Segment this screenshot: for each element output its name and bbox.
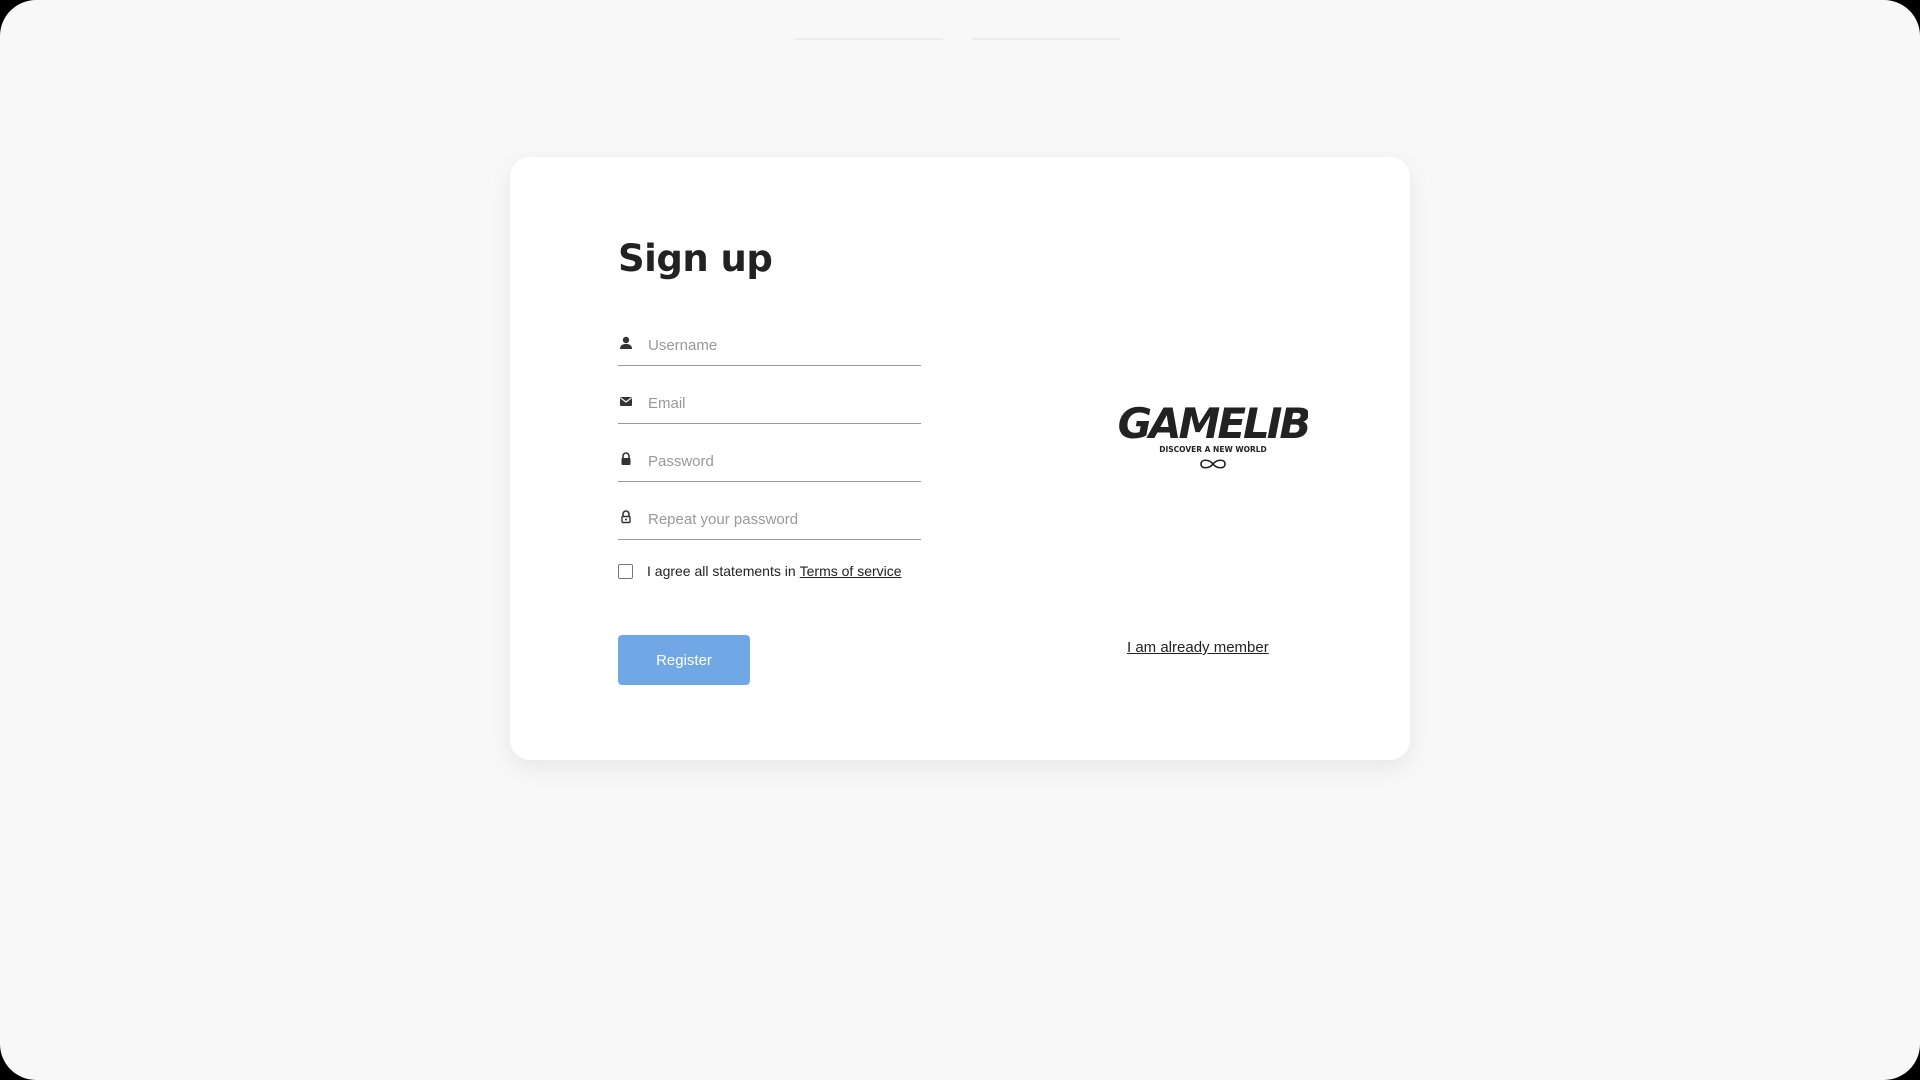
email-input[interactable] [648, 385, 918, 421]
lock-icon [621, 452, 631, 465]
register-button[interactable]: Register [618, 635, 750, 685]
username-input[interactable] [648, 327, 918, 363]
terms-of-service-link[interactable]: Terms of service [800, 563, 902, 579]
gamelib-logo: GAMELIB DISCOVER A NEW WORLD [1118, 399, 1308, 469]
envelope-icon [620, 397, 632, 406]
password-field [618, 443, 921, 482]
terms-agreement: I agree all statements in Terms of servi… [618, 562, 902, 580]
logo-tagline: DISCOVER A NEW WORLD [1159, 445, 1267, 454]
person-icon [620, 336, 632, 349]
logo-wordmark: GAMELIB [1118, 399, 1308, 448]
screen: Sign up Username Email I agree all state… [0, 0, 1920, 1080]
signup-card: Sign up Username Email I agree all state… [510, 157, 1410, 760]
top-divider-right [972, 38, 1120, 40]
username-field [618, 327, 921, 366]
repeat-password-input[interactable] [648, 501, 918, 537]
terms-checkbox[interactable] [618, 563, 633, 579]
page-title: Sign up [618, 237, 773, 280]
repeat-password-field [618, 501, 921, 540]
infinity-icon [1200, 459, 1226, 469]
password-input[interactable] [648, 443, 918, 479]
already-member-link[interactable]: I am already member [1127, 639, 1269, 656]
lock-outline-icon [621, 510, 631, 524]
agree-text: I agree all statements in [647, 563, 796, 579]
email-field [618, 385, 921, 424]
top-divider-left [795, 38, 943, 40]
